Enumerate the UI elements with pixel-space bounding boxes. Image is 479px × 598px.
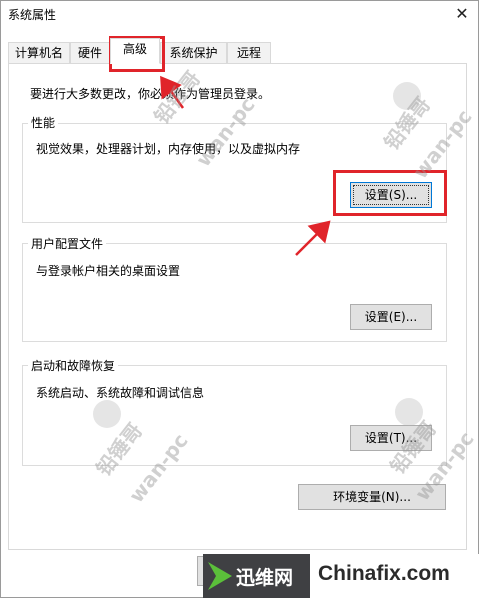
footer-brand-site: Chinafix.com xyxy=(318,562,450,585)
arrow-to-button xyxy=(295,220,331,256)
chinafix-logo-icon xyxy=(208,562,232,590)
tab-advanced[interactable]: 高级 xyxy=(110,38,160,64)
watermark-logo-icon xyxy=(93,400,121,428)
footer-brand-cn: 迅维网 xyxy=(236,567,294,589)
